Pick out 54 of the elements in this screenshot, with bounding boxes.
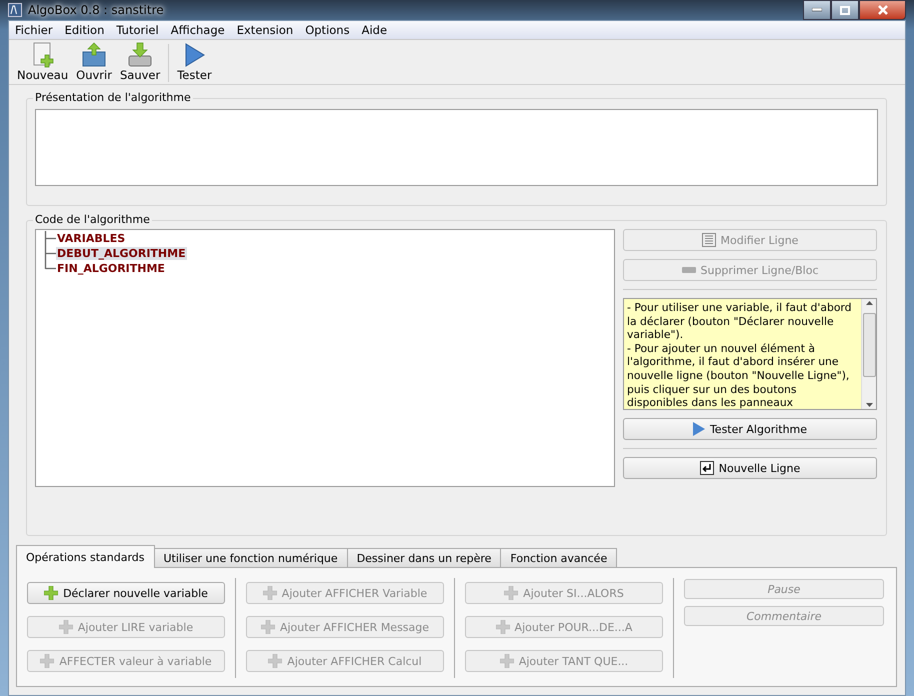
- plus-icon: [496, 620, 510, 634]
- plus-icon: [504, 586, 518, 600]
- help-text: - Pour utiliser une variable, il faut d'abord la déclarer (bouton "Déclarer nouvelle variable").: [627, 301, 853, 342]
- app-icon: [8, 3, 22, 17]
- maximize-icon: [840, 6, 850, 14]
- group-title: Présentation de l'algorithme: [33, 91, 193, 104]
- description-field[interactable]: [35, 109, 878, 186]
- new-line-button[interactable]: Nouvelle Ligne: [623, 457, 877, 479]
- tab[interactable]: Opérations standards: [16, 545, 154, 568]
- code-tree[interactable]: VARIABLES DEBUT_ALGORITHME FIN_ALGORITHME: [35, 229, 615, 487]
- list-icon: [702, 233, 716, 247]
- close-icon: [876, 5, 888, 15]
- minimize-button[interactable]: [803, 0, 831, 20]
- plus-icon: [500, 654, 514, 668]
- toolbar-button[interactable]: Tester: [173, 42, 216, 82]
- minimize-icon: [812, 8, 822, 12]
- toolbar-button[interactable]: Nouveau: [13, 42, 72, 82]
- scroll-up-icon[interactable]: [866, 299, 872, 307]
- tab[interactable]: Utiliser une fonction numérique: [154, 548, 348, 567]
- menu-item[interactable]: Extension: [230, 21, 300, 39]
- return-icon: [700, 461, 714, 475]
- tab[interactable]: Dessiner dans un repère: [346, 548, 502, 567]
- tree-branch-line: [44, 231, 56, 246]
- close-button[interactable]: [859, 0, 906, 20]
- window-title: AlgoBox 0.8 : sanstitre: [28, 3, 164, 17]
- plus-icon: [268, 654, 282, 668]
- menu-item[interactable]: Affichage: [164, 21, 231, 39]
- folder-upload-icon: [81, 42, 108, 68]
- plus-icon: [58, 620, 73, 634]
- scrollbar[interactable]: [861, 299, 876, 409]
- plus-icon: [44, 586, 58, 600]
- tree-item[interactable]: FIN_ALGORITHME: [56, 262, 166, 275]
- menu-item[interactable]: Edition: [58, 21, 110, 39]
- minus-icon: [682, 267, 696, 273]
- help-text: - Pour ajouter un nouvel élément à l'algorithme, il faut d'abord insérer une nouvelle ligne (bouton "Nouvelle Ligne"), puis cliquer sur un des boutons disponibles dans les panneaux: [627, 342, 850, 409]
- menu-item[interactable]: Tutoriel: [110, 21, 165, 39]
- disk-download-icon: [127, 42, 154, 68]
- plus-icon: [40, 654, 54, 668]
- operation-button[interactable]: Déclarer nouvelle variable: [27, 582, 225, 604]
- toolbar-button[interactable]: Sauver: [116, 42, 164, 82]
- tree-item[interactable]: VARIABLES: [56, 232, 126, 245]
- menu-item[interactable]: Aide: [356, 21, 394, 39]
- test-algorithm-button[interactable]: Tester Algorithme: [623, 418, 877, 440]
- tree-item[interactable]: DEBUT_ALGORITHME: [56, 247, 187, 260]
- maximize-button[interactable]: [831, 0, 859, 20]
- menu-item[interactable]: Options: [299, 21, 356, 39]
- group-title: Code de l'algorithme: [33, 213, 152, 226]
- menu-item[interactable]: Fichier: [9, 21, 59, 39]
- plus-icon: [262, 586, 277, 600]
- play-icon: [692, 422, 705, 436]
- scroll-down-icon[interactable]: [866, 401, 872, 409]
- tab[interactable]: Fonction avancée: [500, 548, 618, 567]
- toolbar-button[interactable]: Ouvrir: [72, 42, 116, 82]
- plus-icon: [260, 620, 275, 634]
